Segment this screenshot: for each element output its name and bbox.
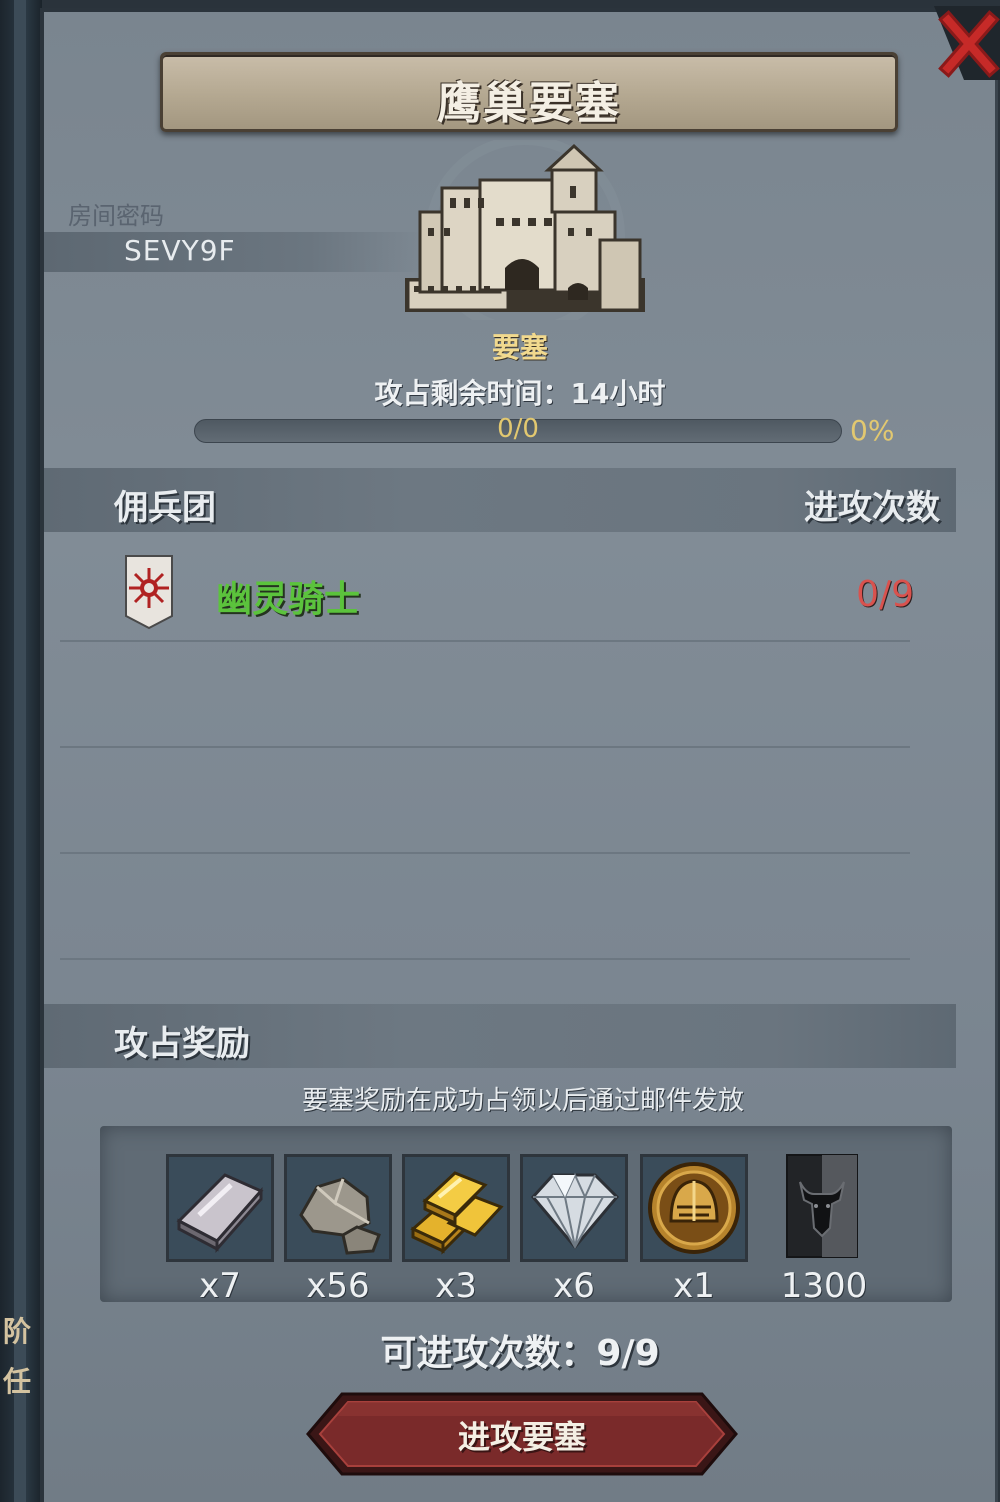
room-code-label: 房间密码 [68,202,164,230]
room-code-value[interactable]: SEVY9F [124,234,236,267]
silver-ingot-icon [176,1173,264,1253]
attack-button-label: 进攻要塞 [457,1418,586,1456]
reward-item[interactable] [284,1154,392,1262]
remaining-attacks-text: 可进攻次数：9/9 [380,1333,660,1374]
guild-name: 幽灵骑士 [216,579,361,620]
left-background-strip: 阶 任 [0,0,42,1502]
diamond-icon [531,1172,620,1250]
bull-emblem-icon [786,1154,858,1258]
reward-qty: 1300 [780,1266,868,1306]
reward-item[interactable] [786,1154,894,1262]
capture-progress-percent: 0% [850,414,895,447]
reward-qty: x7 [199,1266,241,1306]
guild-row[interactable]: 幽灵骑士 0/9 [44,540,914,640]
capture-progress-text: 0/0 [497,414,539,444]
title-banner: 鹰巢要塞 [160,52,898,132]
reward-qty: x56 [306,1266,370,1306]
reward-qty: x1 [673,1266,715,1306]
reward-qty: x6 [553,1266,595,1306]
row-divider [60,852,910,854]
row-divider [60,958,910,960]
attack-fortress-button[interactable]: 进攻要塞 [306,1392,738,1476]
close-button[interactable] [934,6,1000,80]
guild-section-title: 佣兵团 [114,488,216,528]
reward-item[interactable] [166,1154,274,1262]
guild-banner-icon [125,555,173,630]
gold-bars-icon [410,1171,504,1255]
page-title: 鹰巢要塞 [437,78,621,129]
reward-item[interactable] [640,1154,748,1262]
row-divider [60,640,910,642]
row-divider [60,746,910,748]
stone-icon [299,1177,381,1255]
rewards-section-title: 攻占奖励 [114,1024,250,1064]
attacks-column-header: 进攻次数 [804,488,940,528]
close-icon [934,6,1000,80]
reward-qty: x3 [435,1266,477,1306]
remaining-time-text: 攻占剩余时间：14小时 [374,377,666,410]
fortress-type-label: 要塞 [491,331,548,364]
castle-icon [405,140,645,320]
reward-item[interactable] [402,1154,510,1262]
capture-progress-bar: 0/0 [194,414,842,444]
knight-helmet-coin-icon [648,1162,740,1254]
reward-item[interactable] [520,1154,628,1262]
guild-attack-count: 0/9 [856,574,914,615]
rewards-note: 要塞奖励在成功占领以后通过邮件发放 [301,1086,744,1116]
